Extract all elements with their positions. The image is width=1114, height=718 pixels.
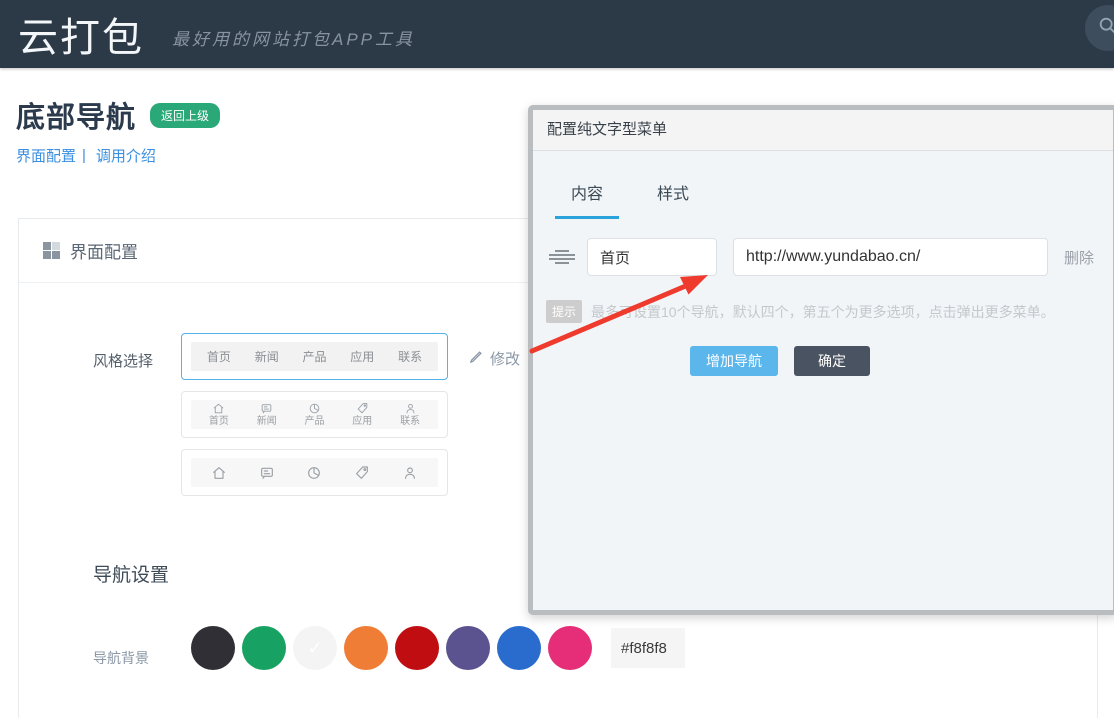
style-preview-strip	[191, 458, 438, 487]
nav-preview-item: 应用	[352, 402, 372, 427]
color-swatch[interactable]	[242, 626, 286, 670]
news-icon	[259, 465, 275, 481]
pencil-icon	[469, 349, 490, 368]
page-title: 底部导航	[16, 94, 136, 136]
style-options: 首页新闻产品应用联系首页新闻产品应用联系	[181, 333, 448, 507]
app-icon	[354, 465, 370, 481]
panel-title: 界面配置	[70, 238, 138, 263]
nav-preview-item: 新闻	[257, 402, 277, 427]
nav-item-row: 删除	[533, 238, 1113, 276]
tab-interface-config[interactable]: 界面配置	[16, 145, 76, 166]
nav-preview-item: 新闻	[255, 351, 279, 363]
nav-preview-item	[402, 465, 418, 481]
color-swatch[interactable]	[344, 626, 388, 670]
dialog-buttons: 增加导航 确定	[533, 346, 1113, 376]
nav-settings-title: 导航设置	[93, 560, 169, 587]
app-tagline: 最好用的网站打包APP工具	[172, 25, 415, 50]
news-icon	[260, 402, 273, 415]
color-swatch[interactable]	[191, 626, 235, 670]
nav-preview-item	[259, 465, 275, 481]
home-icon	[212, 402, 225, 415]
product-icon	[306, 465, 322, 481]
nav-preview-item	[211, 465, 227, 481]
nav-preview-item: 首页	[207, 351, 231, 363]
dialog-tabs: 内容样式	[533, 172, 1113, 219]
hint-row: 提示 最多可设置10个导航，默认四个，第五个为更多选项，点击弹出更多菜单。	[533, 300, 1113, 323]
grid-icon	[43, 242, 60, 259]
style-option-text[interactable]: 首页 新闻 产品 应用 联系	[181, 333, 448, 380]
nav-preview-item	[306, 465, 322, 481]
style-preview-strip: 首页 新闻 产品 应用 联系	[191, 342, 438, 371]
product-icon	[308, 402, 321, 415]
menu-config-dialog: 配置纯文字型菜单 内容样式 删除 提示 最多可设置10个导航，默认四个，第五个为…	[528, 105, 1114, 615]
hint-badge: 提示	[546, 300, 582, 323]
nav-preview-item: 产品	[304, 402, 324, 427]
color-swatch-selected[interactable]: ✓	[293, 626, 337, 670]
check-icon: ✓	[307, 638, 322, 659]
contact-icon	[402, 465, 418, 481]
contact-icon	[404, 402, 417, 415]
search-icon	[1097, 15, 1114, 42]
link-divider: |	[82, 147, 86, 164]
nav-bg-color-row: ✓	[191, 626, 685, 670]
color-swatch[interactable]	[548, 626, 592, 670]
app-header: 云打包 最好用的网站打包APP工具	[0, 0, 1114, 68]
color-swatch[interactable]	[446, 626, 490, 670]
nav-preview-item	[354, 465, 370, 481]
add-nav-button[interactable]: 增加导航	[690, 346, 778, 376]
back-to-parent-badge[interactable]: 返回上级	[150, 103, 220, 128]
nav-preview-item: 联系	[398, 351, 422, 363]
drag-sort-icon[interactable]	[548, 249, 576, 265]
nav-bg-label: 导航背景	[93, 648, 149, 668]
style-select-label: 风格选择	[93, 350, 153, 371]
nav-url-input[interactable]	[733, 238, 1048, 276]
dialog-tab-inactive[interactable]: 样式	[641, 172, 705, 219]
nav-preview-item: 联系	[400, 402, 420, 427]
tab-usage-intro[interactable]: 调用介绍	[96, 145, 156, 166]
style-option-icon[interactable]	[181, 449, 448, 496]
home-icon	[211, 465, 227, 481]
search-button[interactable]	[1085, 5, 1114, 51]
edit-label: 修改	[490, 348, 520, 369]
dialog-tab-active[interactable]: 内容	[555, 172, 619, 219]
nav-bg-hex-input[interactable]	[611, 628, 685, 668]
nav-preview-item: 应用	[350, 351, 374, 363]
nav-name-input[interactable]	[587, 238, 717, 276]
style-option-icon-text[interactable]: 首页 新闻 产品 应用 联系	[181, 391, 448, 438]
app-logo: 云打包	[18, 5, 144, 63]
nav-preview-item: 产品	[302, 351, 326, 363]
style-preview-strip: 首页 新闻 产品 应用 联系	[191, 400, 438, 429]
nav-preview-item: 首页	[209, 402, 229, 427]
hint-text: 最多可设置10个导航，默认四个，第五个为更多选项，点击弹出更多菜单。	[591, 302, 1055, 322]
color-swatch[interactable]	[497, 626, 541, 670]
dialog-title: 配置纯文字型菜单	[533, 110, 1113, 151]
app-icon	[356, 402, 369, 415]
confirm-button[interactable]: 确定	[794, 346, 870, 376]
delete-link[interactable]: 删除	[1064, 247, 1094, 268]
color-swatch[interactable]	[395, 626, 439, 670]
edit-style-button[interactable]: 修改	[469, 348, 520, 369]
